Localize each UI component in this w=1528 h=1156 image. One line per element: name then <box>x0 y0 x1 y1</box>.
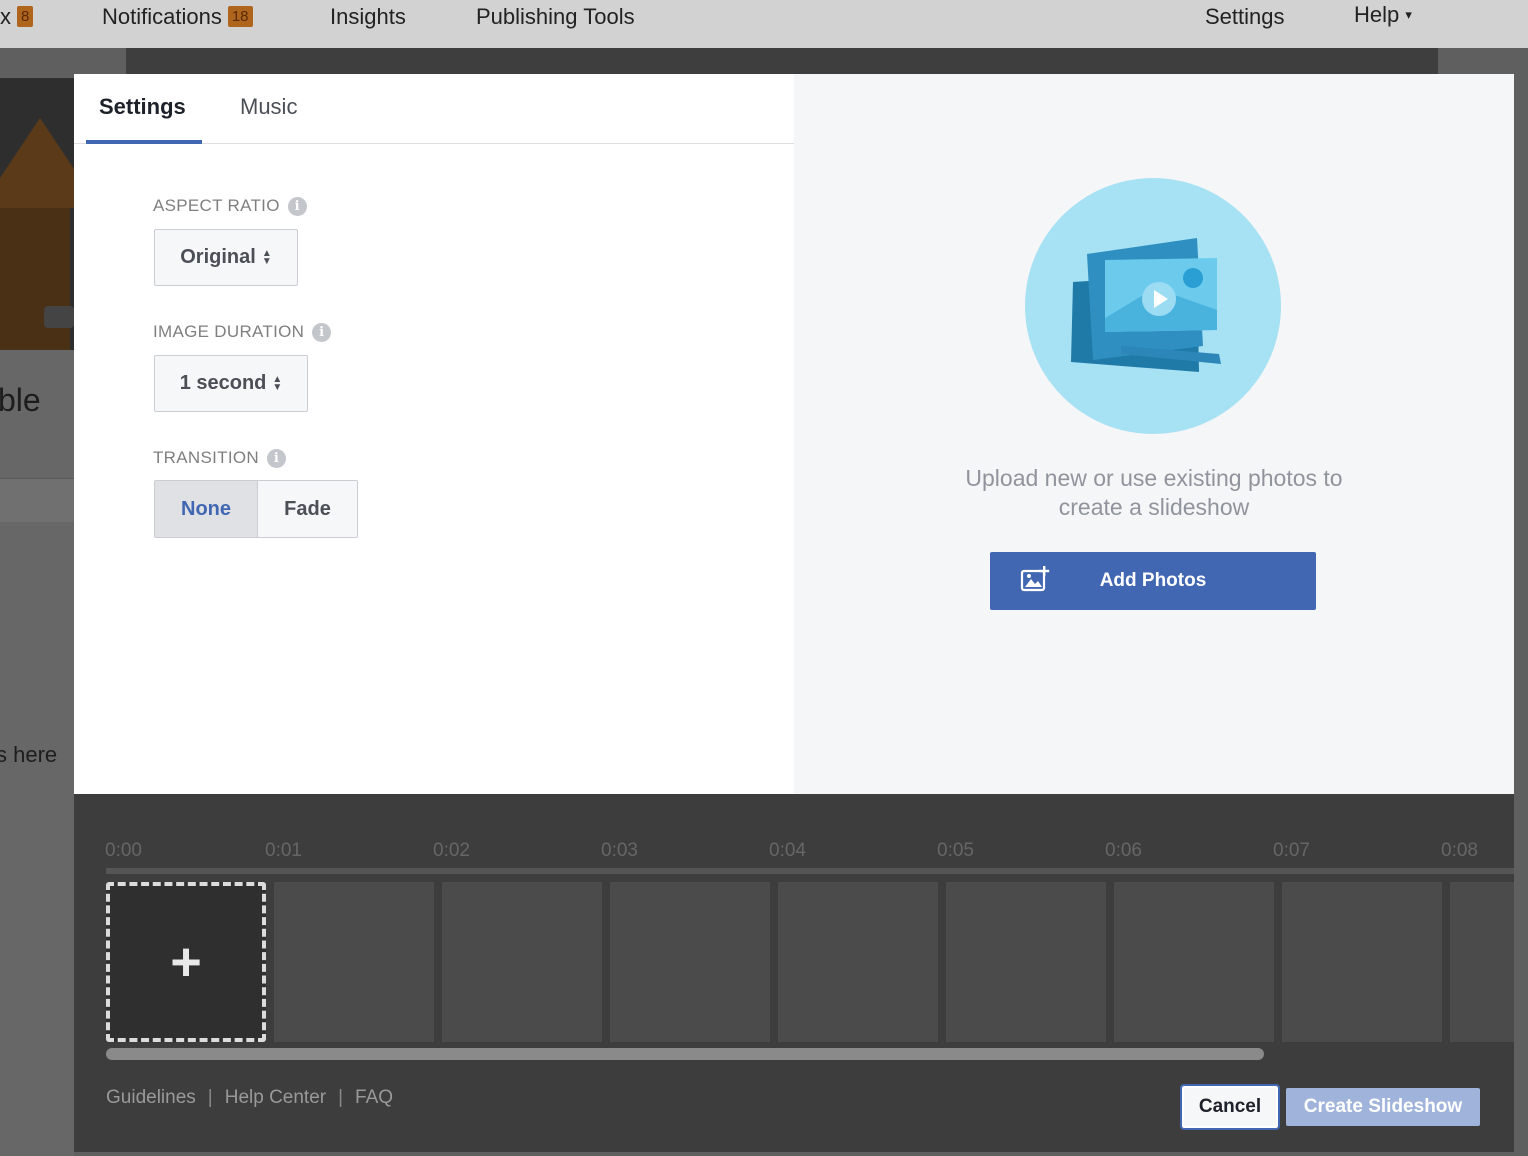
nav-help-label: Help <box>1354 2 1400 27</box>
add-photo-icon <box>1020 566 1050 592</box>
help-center-link[interactable]: Help Center <box>225 1087 326 1109</box>
aspect-ratio-label-text: ASPECT RATIO <box>153 196 280 215</box>
aspect-ratio-label: ASPECT RATIO i <box>153 196 307 216</box>
timeline-tick: 0:08 <box>1441 840 1478 861</box>
link-separator: | <box>338 1087 344 1108</box>
timeline-tick: 0:07 <box>1273 840 1310 861</box>
background-divider <box>0 478 74 522</box>
aspect-ratio-value: Original <box>180 246 256 268</box>
transition-fade-button[interactable]: Fade <box>258 481 357 537</box>
background-profile-photo <box>0 78 74 350</box>
guidelines-link[interactable]: Guidelines <box>106 1087 196 1109</box>
timeline-slot[interactable] <box>1282 882 1442 1042</box>
caret-down-icon: ▾ <box>1405 7 1412 22</box>
nav-notifications: Notifications 18 <box>102 4 253 30</box>
timeline-slot[interactable] <box>442 882 602 1042</box>
active-tab-indicator <box>86 140 202 144</box>
image-duration-label-text: IMAGE DURATION <box>153 322 305 341</box>
transition-label-text: TRANSITION <box>153 448 259 467</box>
nav-inbox-badge: 8 <box>17 6 34 27</box>
upload-instructions-line-2: create a slideshow <box>1058 494 1250 520</box>
select-arrows-icon: ▲ ▼ <box>272 373 283 393</box>
timeline-slot[interactable] <box>1114 882 1274 1042</box>
add-photos-button[interactable]: Add Photos <box>990 552 1316 610</box>
image-duration-select[interactable]: 1 second ▲ ▼ <box>154 355 308 412</box>
add-photos-label: Add Photos <box>1099 570 1207 591</box>
timeline-tick: 0:04 <box>769 840 806 861</box>
timeline-tick: 0:02 <box>433 840 470 861</box>
upload-instructions: Upload new or use existing photos to cre… <box>904 464 1404 522</box>
timeline-tick: 0:03 <box>601 840 638 861</box>
wall-shape <box>0 208 70 350</box>
roof-shape <box>0 118 74 208</box>
info-icon[interactable]: i <box>266 448 286 468</box>
nav-inbox-label: x <box>0 4 11 29</box>
nav-notifications-label: Notifications <box>102 4 222 29</box>
timeline-tick: 0:01 <box>265 840 302 861</box>
background-top-nav: x8 Notifications 18 Insights Publishing T… <box>0 0 1528 48</box>
timeline-tick: 0:00 <box>105 840 142 861</box>
faq-link[interactable]: FAQ <box>355 1087 393 1109</box>
plus-icon: + <box>170 932 202 992</box>
settings-pane: Settings Music ASPECT RATIO i Original ▲… <box>74 74 794 794</box>
footer-links: Guidelines | Help Center | FAQ <box>106 1087 393 1109</box>
create-slideshow-button[interactable]: Create Slideshow <box>1286 1088 1480 1126</box>
upload-instructions-line-1: Upload new or use existing photos to <box>965 465 1343 491</box>
preview-pane: Upload new or use existing photos to cre… <box>794 74 1514 794</box>
nav-help: Help ▾ <box>1354 2 1412 28</box>
image-duration-label: IMAGE DURATION i <box>153 322 332 342</box>
timeline-scrollbar[interactable] <box>106 1048 1264 1060</box>
transition-none-button[interactable]: None <box>155 481 258 537</box>
nav-settings: Settings <box>1205 4 1285 29</box>
link-separator: | <box>207 1087 213 1108</box>
timeline-panel: 0:00 0:01 0:02 0:03 0:04 0:05 0:06 0:07 … <box>74 794 1514 1152</box>
aspect-ratio-select[interactable]: Original ▲ ▼ <box>154 229 298 286</box>
image-duration-value: 1 second <box>179 372 267 394</box>
timeline-tick: 0:06 <box>1105 840 1142 861</box>
transition-label: TRANSITION i <box>153 448 286 468</box>
background-text-fragment: ble <box>0 382 41 418</box>
slideshow-dialog: Settings Music ASPECT RATIO i Original ▲… <box>74 74 1514 1152</box>
timeline-track <box>106 868 1514 874</box>
timeline-slot[interactable] <box>946 882 1106 1042</box>
timeline-slot[interactable] <box>778 882 938 1042</box>
timeline-slot[interactable] <box>1450 882 1514 1042</box>
info-icon[interactable]: i <box>312 322 332 342</box>
camera-icon <box>44 306 74 328</box>
nav-publishing-tools: Publishing Tools <box>476 4 635 29</box>
background-text-fragment-2: s here <box>0 742 58 767</box>
slideshow-illustration-icon <box>1025 178 1281 434</box>
tab-bar: Settings Music <box>74 74 794 144</box>
nav-notifications-badge: 18 <box>227 6 253 27</box>
select-arrows-icon: ▲ ▼ <box>261 247 272 267</box>
timeline-tick: 0:05 <box>937 840 974 861</box>
timeline-slot[interactable] <box>610 882 770 1042</box>
cancel-button[interactable]: Cancel <box>1180 1084 1280 1130</box>
add-slide-button[interactable]: + <box>106 882 266 1042</box>
transition-toggle: None Fade <box>154 480 358 538</box>
tab-music[interactable]: Music <box>240 94 297 120</box>
nav-inbox: x8 <box>0 4 34 30</box>
timeline-slot[interactable] <box>274 882 434 1042</box>
info-icon[interactable]: i <box>287 196 307 216</box>
tab-settings[interactable]: Settings <box>99 94 186 120</box>
nav-insights: Insights <box>330 4 406 29</box>
